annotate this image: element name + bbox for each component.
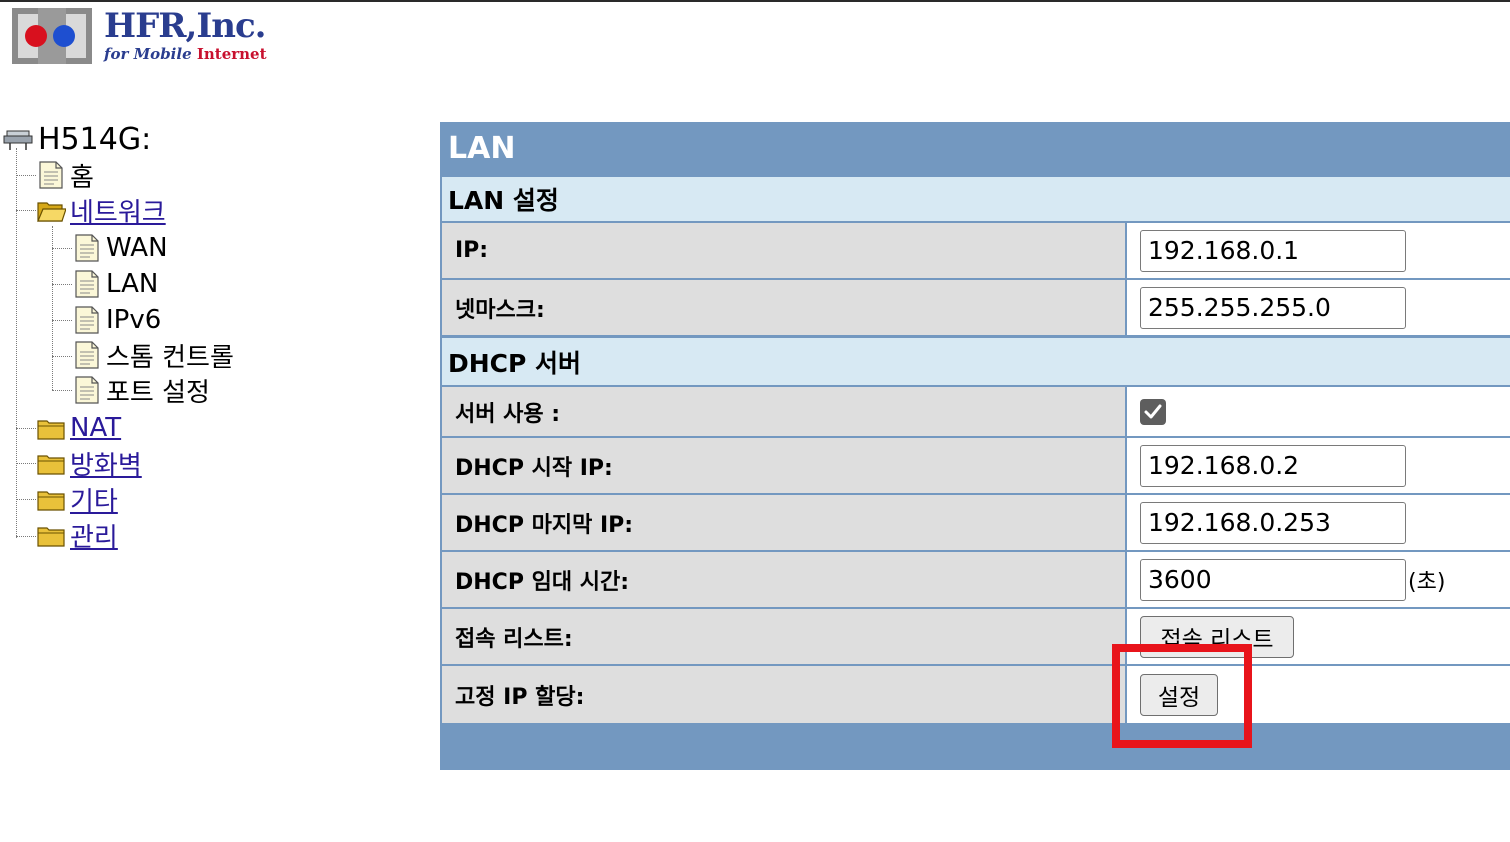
netmask-label: 넷마스크:: [442, 280, 1125, 335]
row-server-use: 서버 사용 :: [442, 387, 1510, 436]
tree-connector: [52, 320, 72, 321]
page-icon: [75, 270, 99, 298]
network-device-icon: [3, 130, 33, 150]
dhcp-end-input[interactable]: 192.168.0.253: [1140, 501, 1406, 544]
tree-connector: [16, 175, 36, 176]
server-use-label: 서버 사용 :: [442, 387, 1125, 436]
tree-item-label: 스톰 컨트롤: [106, 342, 234, 373]
panel-title: LAN: [448, 131, 516, 166]
folder-icon: [37, 455, 65, 475]
tree-item-firewall[interactable]: 방화벽: [36, 445, 142, 482]
page-icon: [39, 161, 63, 189]
netmask-cell: 255.255.255.0: [1127, 280, 1510, 335]
folder-icon: [37, 420, 65, 440]
row-lease-time: DHCP 임대 시간: 3600 (초): [442, 552, 1510, 607]
tree-item-network[interactable]: 네트워크: [36, 192, 166, 229]
tree-item-label[interactable]: 관리: [70, 517, 118, 554]
checkmark-icon: [1144, 404, 1162, 418]
dhcp-start-label: DHCP 시작 IP:: [442, 438, 1125, 493]
lease-time-input[interactable]: 3600: [1140, 558, 1406, 601]
page-icon: [75, 306, 99, 334]
hfr-logo-mark-icon: [12, 8, 92, 64]
brand-name: HFR,Inc.: [104, 6, 267, 46]
lease-time-unit: (초): [1408, 569, 1446, 595]
page-icon: [75, 341, 99, 369]
tree-item-label: 포트 설정: [106, 377, 210, 408]
tree-item-storm-control[interactable]: 스톰 컨트롤: [72, 338, 234, 373]
nav-tree: H514G: 홈 네트워크 WAN LAN IPv6 스톰 컨트롤 포트 설정 …: [0, 120, 400, 560]
dhcp-start-cell: 192.168.0.2: [1127, 438, 1510, 493]
static-ip-label: 고정 IP 할당:: [442, 666, 1125, 723]
tree-connector: [52, 390, 72, 391]
tree-item-port-settings[interactable]: 포트 설정: [72, 373, 210, 408]
tree-item-label[interactable]: NAT: [70, 413, 121, 443]
tree-item-label[interactable]: 기타: [70, 481, 118, 518]
brand-tagline-red: Internet: [196, 45, 267, 63]
window-top-border: [0, 0, 1510, 2]
tree-item-label: LAN: [106, 269, 159, 299]
tree-item-label[interactable]: 네트워크: [70, 192, 166, 229]
tree-item-home[interactable]: 홈: [36, 158, 94, 193]
tree-connector: [16, 536, 36, 537]
tree-connector: [52, 284, 72, 285]
row-static-ip: 고정 IP 할당: 설정: [442, 666, 1510, 723]
row-dhcp-end: DHCP 마지막 IP: 192.168.0.253: [442, 495, 1510, 550]
ip-cell: 192.168.0.1: [1127, 223, 1510, 278]
tree-connector: [16, 499, 36, 500]
tree-connector: [16, 148, 17, 538]
dhcp-end-label: DHCP 마지막 IP:: [442, 495, 1125, 550]
row-ip: IP: 192.168.0.1: [442, 223, 1510, 278]
tree-connector: [16, 463, 36, 464]
lease-time-label: DHCP 임대 시간:: [442, 552, 1125, 607]
tree-connector: [52, 248, 72, 249]
brand-tagline: for Mobile Internet: [104, 44, 267, 64]
tree-item-nat[interactable]: NAT: [36, 411, 121, 445]
dhcp-start-input[interactable]: 192.168.0.2: [1140, 444, 1406, 487]
tree-connector: [16, 210, 36, 211]
server-use-cell: [1127, 387, 1510, 436]
section-lan-settings: LAN 설정: [442, 177, 1510, 221]
tree-item-misc[interactable]: 기타: [36, 481, 118, 518]
tree-root-label: H514G:: [38, 121, 152, 157]
tree-item-lan[interactable]: LAN: [72, 267, 158, 301]
tree-item-label: IPv6: [106, 305, 162, 335]
folder-icon: [37, 527, 65, 547]
highlight-box: [1112, 644, 1252, 748]
tree-root[interactable]: H514G:: [0, 121, 152, 157]
folder-open-icon: [37, 202, 66, 222]
section-title: LAN 설정: [448, 186, 559, 215]
tree-connector: [16, 428, 36, 429]
section-title: DHCP 서버: [448, 348, 582, 378]
lease-time-cell: 3600 (초): [1127, 552, 1510, 607]
page-icon: [75, 376, 99, 404]
page-icon: [75, 234, 99, 262]
lan-settings-panel: LAN LAN 설정 IP: 192.168.0.1 넷마스크: 255.255…: [440, 122, 1510, 770]
ip-label: IP:: [442, 223, 1125, 278]
ip-input[interactable]: 192.168.0.1: [1140, 229, 1406, 272]
row-dhcp-start: DHCP 시작 IP: 192.168.0.2: [442, 438, 1510, 493]
tree-item-wan[interactable]: WAN: [72, 231, 168, 265]
server-use-checkbox[interactable]: [1140, 398, 1166, 425]
tree-connector: [52, 356, 72, 357]
tree-item-label[interactable]: 방화벽: [70, 445, 142, 482]
netmask-input[interactable]: 255.255.255.0: [1140, 286, 1406, 329]
dhcp-end-cell: 192.168.0.253: [1127, 495, 1510, 550]
client-list-label: 접속 리스트:: [442, 609, 1125, 664]
tree-item-label: 홈: [70, 162, 94, 193]
row-netmask: 넷마스크: 255.255.255.0: [442, 280, 1510, 335]
tree-item-management[interactable]: 관리: [36, 517, 118, 554]
tree-item-ipv6[interactable]: IPv6: [72, 303, 161, 337]
tree-item-label: WAN: [106, 233, 168, 263]
folder-icon: [37, 491, 65, 511]
tree-connector: [52, 226, 53, 390]
row-client-list: 접속 리스트: 접속 리스트: [442, 609, 1510, 664]
hfr-logo: HFR,Inc. for Mobile Internet: [10, 6, 280, 68]
brand-tagline-prefix: for Mobile: [104, 45, 197, 63]
section-dhcp-server: DHCP 서버: [442, 338, 1510, 385]
